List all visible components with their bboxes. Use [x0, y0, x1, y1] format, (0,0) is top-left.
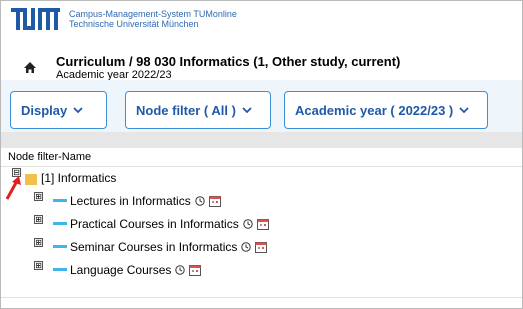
page-frame: Campus-Management-System TUMonline Techn…	[0, 0, 523, 309]
display-button[interactable]: Display	[10, 91, 107, 129]
calendar-icon[interactable]	[256, 218, 269, 230]
system-name: Campus-Management-System TUMonline Techn…	[69, 9, 237, 29]
tree-item-label: Seminar Courses in Informatics	[70, 240, 238, 254]
expand-toggle-icon[interactable]: ⊞	[34, 238, 43, 247]
expand-toggle-icon[interactable]: ⊞	[34, 215, 43, 224]
tree-item-label: Language Courses	[70, 263, 172, 277]
clock-icon[interactable]	[175, 265, 186, 275]
tree-root-informatics[interactable]: [1] Informatics	[41, 171, 116, 185]
divider	[1, 297, 522, 298]
node-filter-button-label: Node filter ( All )	[136, 102, 236, 118]
toolbar: Display Node filter ( All ) Academic yea…	[1, 80, 522, 133]
clock-icon[interactable]	[243, 219, 253, 229]
tree-item-label: Practical Courses in Informatics	[70, 217, 239, 231]
tree-item-label: Lectures in Informatics	[70, 194, 191, 208]
display-button-label: Display	[21, 102, 68, 118]
node-bar-icon	[53, 245, 67, 248]
calendar-icon[interactable]	[208, 195, 221, 207]
node-bar-icon	[53, 222, 67, 225]
folder-icon	[25, 174, 37, 185]
calendar-icon[interactable]	[255, 241, 268, 253]
expand-toggle-icon[interactable]: ⊞	[34, 261, 43, 270]
node-bar-icon	[53, 268, 67, 271]
tree-item[interactable]: Lectures in Informatics	[70, 194, 221, 208]
chevron-down-icon	[73, 107, 83, 114]
column-header: Node filter-Name	[8, 151, 92, 163]
system-name-line1: Campus-Management-System TUMonline	[69, 9, 237, 19]
tree-item[interactable]: Seminar Courses in Informatics	[70, 240, 268, 254]
clock-icon[interactable]	[241, 242, 252, 252]
breadcrumb: Curriculum / 98 030 Informatics (1, Othe…	[56, 54, 401, 69]
separator-band	[1, 132, 522, 148]
expand-toggle-icon[interactable]: ⊞	[34, 192, 43, 201]
tree-item[interactable]: Practical Courses in Informatics	[70, 217, 269, 231]
calendar-icon[interactable]	[189, 264, 202, 276]
home-icon[interactable]	[23, 61, 37, 74]
chevron-down-icon	[242, 107, 252, 114]
tree-item[interactable]: Language Courses	[70, 263, 202, 277]
system-name-line2: Technische Universität München	[69, 19, 199, 29]
academic-year-button[interactable]: Academic year ( 2022/23 )	[284, 91, 488, 129]
divider	[1, 166, 522, 167]
node-bar-icon	[53, 199, 67, 202]
red-arrow-annotation	[5, 176, 21, 200]
academic-year-button-label: Academic year ( 2022/23 )	[295, 102, 454, 118]
chevron-down-icon	[459, 107, 469, 114]
node-filter-button[interactable]: Node filter ( All )	[125, 91, 271, 129]
clock-icon[interactable]	[195, 196, 205, 206]
tum-logo[interactable]	[11, 8, 63, 30]
